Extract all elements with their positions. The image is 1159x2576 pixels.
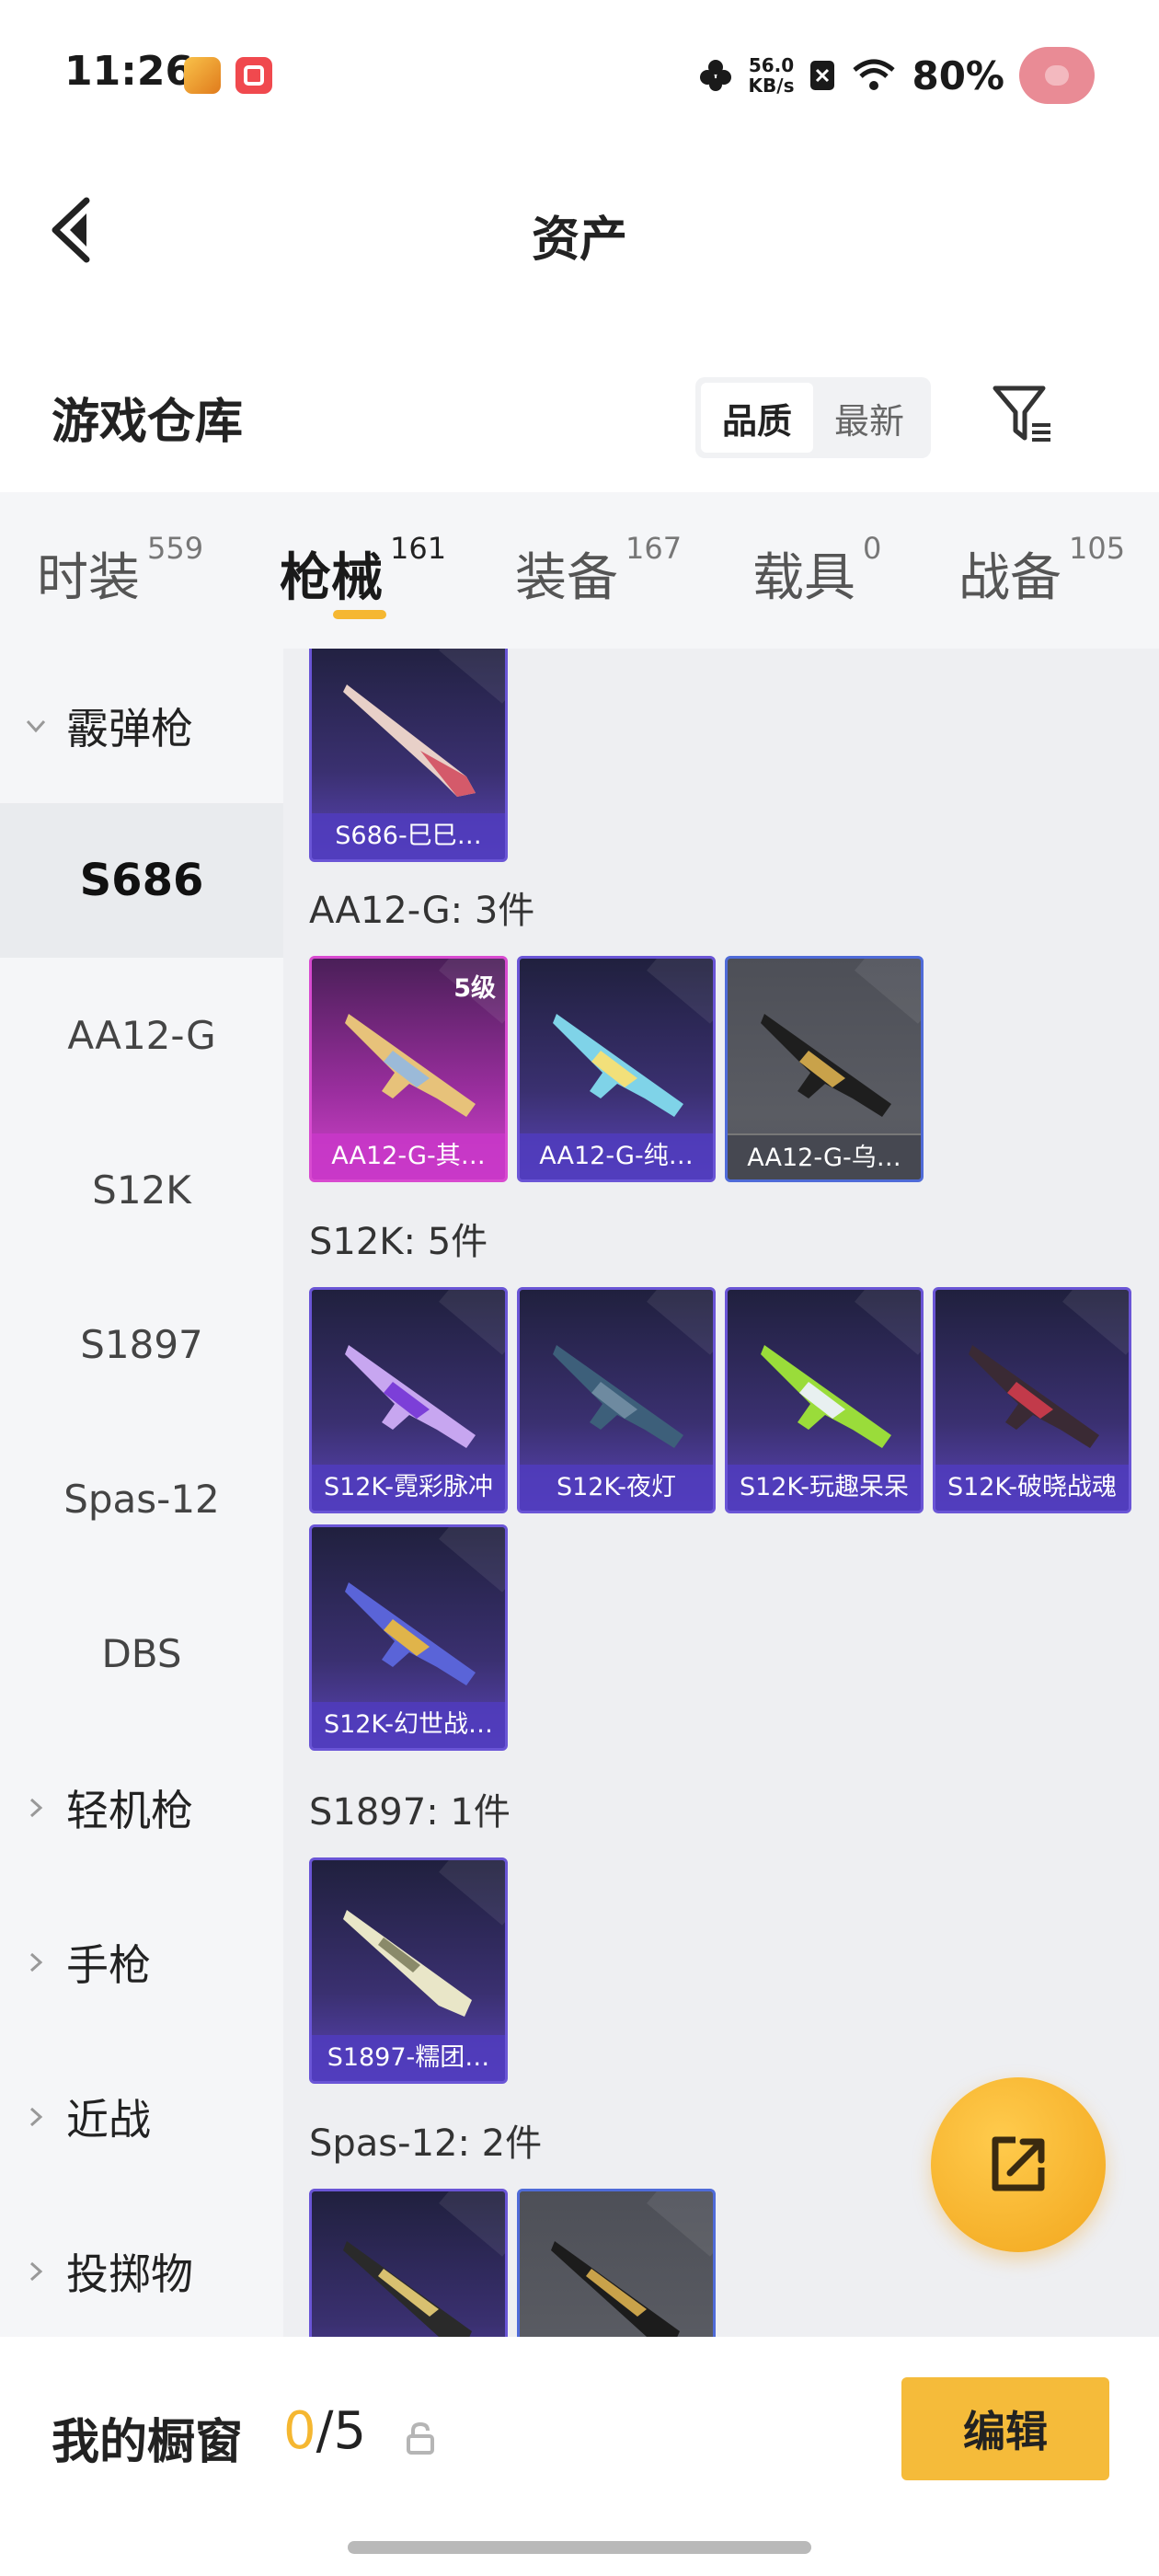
sidebar-item-pistol[interactable]: 手枪 [0, 1885, 283, 2040]
sort-by-newest[interactable]: 最新 [813, 383, 925, 453]
sort-by-quality[interactable]: 品质 [701, 383, 813, 453]
rifle-icon [345, 1345, 476, 1448]
warehouse-header: 游戏仓库 品质 最新 [0, 340, 1159, 488]
rifle-icon [553, 1014, 683, 1117]
page-title: 资产 [531, 213, 627, 268]
sidebar-item-throwables[interactable]: 投掷物 [0, 2194, 283, 2337]
tab-firearms[interactable]: 枪械 161 [280, 531, 446, 611]
page-header: 资产 [0, 156, 1159, 294]
status-bar: 11:26 56.0 KB/s 80% [0, 0, 1159, 156]
rifle-icon [761, 1345, 891, 1448]
category-tabs: 时装 559 枪械 161 装备 167 载具 0 战备 105 [0, 492, 1159, 649]
sidebar-item-lmg[interactable]: 轻机枪 [0, 1731, 283, 1885]
sidebar-item-shotgun[interactable]: 霰弹枪 [0, 649, 283, 803]
shotgun-icon [343, 684, 476, 797]
showcase-count: 0/5 [283, 2401, 367, 2461]
chevron-right-icon [29, 2261, 43, 2282]
wifi-icon [853, 59, 896, 90]
skin-card[interactable]: S12K-幻世战… [309, 1524, 508, 1751]
skin-card[interactable]: S1897-糯团… [309, 1857, 508, 2084]
skin-card[interactable]: 5级 AA12-G-其… [309, 956, 508, 1182]
app-notification-icon [184, 57, 221, 94]
chevron-down-icon [26, 719, 46, 733]
tab-vehicles[interactable]: 载具 0 [752, 531, 881, 611]
chevron-right-icon [29, 1952, 43, 1972]
tab-equipment[interactable]: 装备 167 [515, 531, 682, 611]
sidebar-item-s686[interactable]: S686 [0, 803, 283, 958]
sim-icon [810, 61, 835, 90]
active-tab-indicator [333, 610, 386, 619]
showcase-bar: 我的橱窗 0/5 编辑 [0, 2337, 1159, 2576]
sidebar-item-dbs[interactable]: DBS [0, 1576, 283, 1731]
shotgun-icon [551, 2241, 680, 2337]
status-time: 11:26 [64, 48, 194, 95]
status-indicators: 56.0 KB/s 80% [697, 47, 1095, 104]
sidebar-item-melee[interactable]: 近战 [0, 2040, 283, 2194]
avatar [1019, 47, 1095, 104]
skin-card[interactable]: S12K-玩趣呆呆 [725, 1287, 924, 1513]
sort-toggle: 品质 最新 [695, 377, 931, 458]
filter-icon[interactable] [990, 381, 1056, 447]
home-indicator[interactable] [348, 2541, 811, 2554]
sidebar-item-s1897[interactable]: S1897 [0, 1267, 283, 1421]
rifle-icon [553, 1345, 683, 1448]
skin-card[interactable]: S12K-夜灯 [517, 1287, 716, 1513]
skin-card[interactable] [517, 2189, 716, 2337]
weapon-type-sidebar: 霰弹枪 S686 AA12-G S12K S1897 Spas-12 DBS 轻… [0, 649, 283, 2337]
rifle-icon [345, 1014, 476, 1117]
skin-card[interactable] [309, 2189, 508, 2337]
skin-card[interactable]: AA12-G-乌… [725, 956, 924, 1182]
showcase-title: 我的橱窗 [52, 2415, 244, 2470]
rifle-icon [969, 1345, 1099, 1448]
group-title-s12k: S12K: 5件 [309, 1221, 488, 1263]
group-title-spas12: Spas-12: 2件 [309, 2122, 543, 2165]
app-notification-icon-2 [235, 57, 272, 94]
chevron-right-icon [29, 1798, 43, 1818]
shotgun-icon [343, 2241, 472, 2337]
edit-button[interactable]: 编辑 [901, 2377, 1109, 2480]
section-title: 游戏仓库 [52, 395, 244, 450]
skin-card[interactable]: AA12-G-纯… [517, 956, 716, 1182]
skin-card[interactable]: S12K-破晓战魂 [933, 1287, 1131, 1513]
rifle-icon [761, 1014, 891, 1117]
shotgun-icon [343, 1910, 472, 2017]
chevron-right-icon [29, 2107, 43, 2127]
skin-card[interactable]: S686-巳巳… [309, 649, 508, 862]
tab-supplies[interactable]: 战备 105 [958, 531, 1125, 611]
network-speed: 56.0 KB/s [748, 54, 795, 97]
lock-icon [407, 2421, 434, 2455]
flower-icon [699, 60, 731, 91]
rifle-icon [345, 1582, 476, 1685]
share-icon [992, 2136, 1045, 2191]
skin-card[interactable]: S12K-霓彩脉冲 [309, 1287, 508, 1513]
sidebar-item-s12k[interactable]: S12K [0, 1112, 283, 1267]
tab-fashion[interactable]: 时装 559 [37, 531, 203, 611]
battery-level: 80% [912, 52, 1004, 98]
share-button[interactable] [931, 2077, 1106, 2252]
sidebar-item-aa12g[interactable]: AA12-G [0, 958, 283, 1112]
sidebar-item-spas12[interactable]: Spas-12 [0, 1421, 283, 1576]
group-title-s1897: S1897: 1件 [309, 1791, 511, 1834]
group-title-aa12g: AA12-G: 3件 [309, 890, 535, 932]
